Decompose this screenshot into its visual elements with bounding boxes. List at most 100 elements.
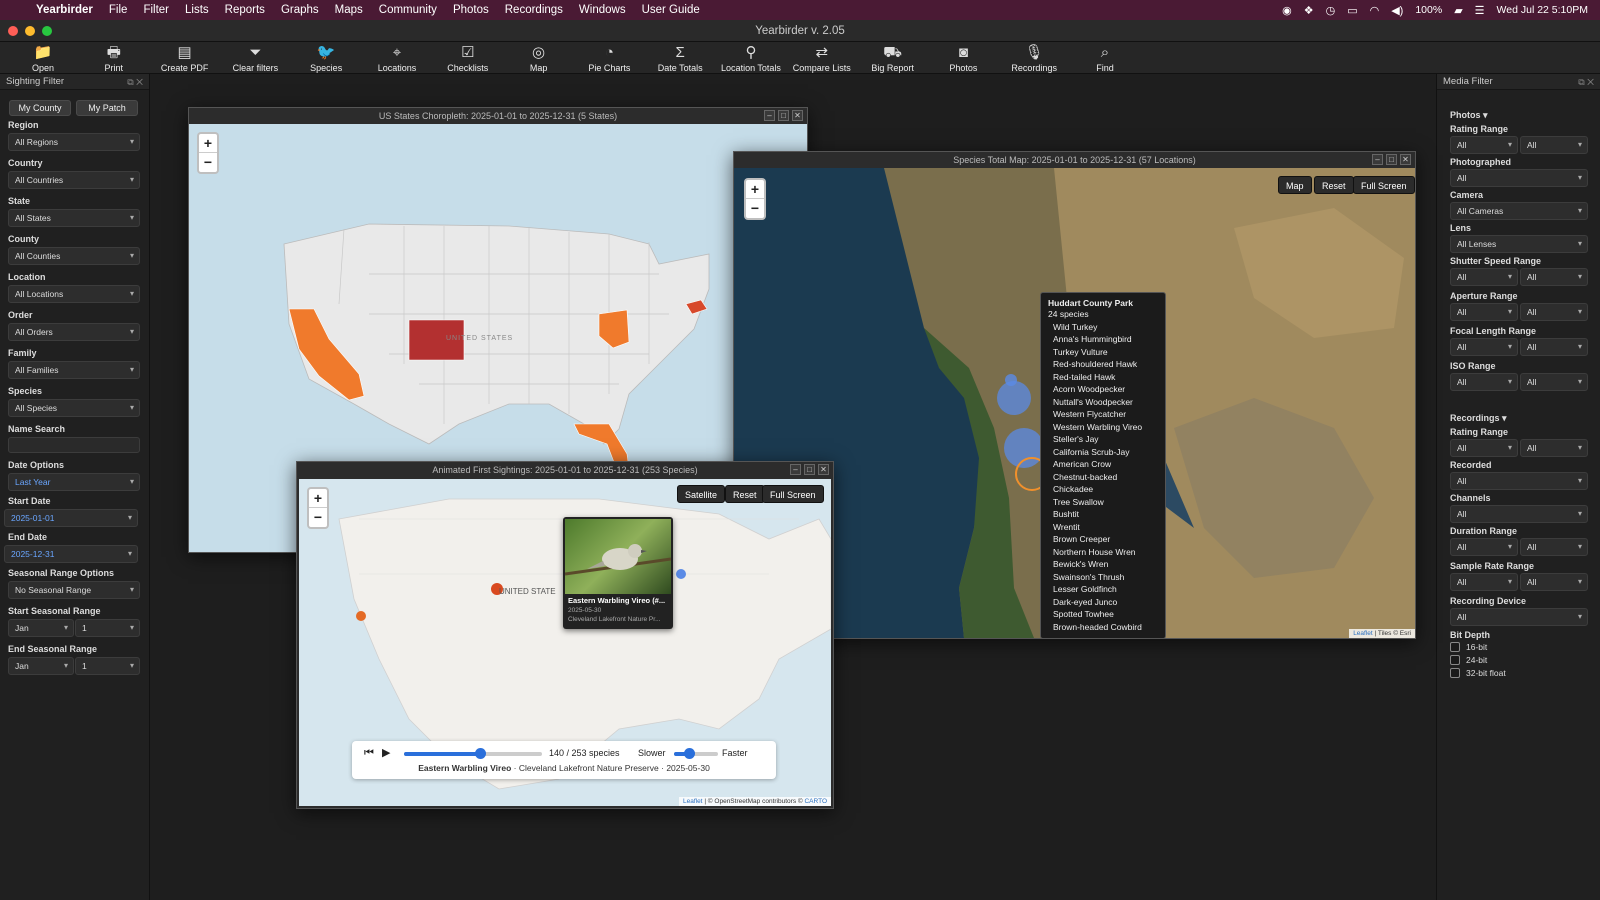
minimize-window-button[interactable] (25, 26, 35, 36)
progress-handle[interactable] (475, 748, 487, 759)
reset-button[interactable]: Reset (725, 485, 765, 503)
detach-icon[interactable]: ⧉ (1578, 77, 1584, 87)
toolbar-open-button[interactable]: 📁 Open (8, 42, 78, 73)
device-select[interactable]: All (1450, 608, 1588, 626)
volume-icon[interactable]: ◀) (1391, 4, 1403, 17)
display-icon[interactable]: ▭ (1347, 4, 1357, 17)
menu-user-guide[interactable]: User Guide (634, 4, 708, 16)
menu-filter[interactable]: Filter (135, 4, 177, 16)
toolbar-compare-lists-button[interactable]: ⇄ Compare Lists (787, 42, 857, 73)
leaflet-link[interactable]: Leaflet (1353, 630, 1373, 637)
recorded-select[interactable]: All (1450, 472, 1588, 490)
maximize-icon[interactable]: □ (804, 464, 815, 475)
wifi-icon[interactable]: ◠ (1370, 4, 1380, 17)
location-bubble[interactable] (1004, 428, 1044, 468)
duration-min-select[interactable]: All (1450, 538, 1518, 556)
shutter-max-select[interactable]: All (1520, 268, 1588, 286)
toolbar-find-button[interactable]: ⌕ Find (1070, 42, 1140, 73)
aperture-min-select[interactable]: All (1450, 303, 1518, 321)
zoom-out-button[interactable]: − (309, 508, 327, 527)
species-select[interactable]: All Species (8, 399, 140, 417)
battery-icon[interactable]: ▰ (1454, 4, 1462, 17)
aperture-max-select[interactable]: All (1520, 303, 1588, 321)
family-select[interactable]: All Families (8, 361, 140, 379)
speed-track[interactable] (674, 748, 718, 759)
play-icon[interactable]: ▶ (382, 746, 390, 759)
photo-rating-min-select[interactable]: All (1450, 136, 1518, 154)
toolbar-pie-charts-button[interactable]: ◔ Pie Charts (574, 42, 644, 73)
toolbar-map-button[interactable]: ◎ Map (504, 42, 574, 73)
close-icon[interactable]: ✕ (1400, 154, 1411, 165)
shutter-min-select[interactable]: All (1450, 268, 1518, 286)
zoom-in-button[interactable]: + (309, 489, 327, 508)
bit-depth-16-checkbox[interactable]: 16-bit (1450, 642, 1487, 652)
toolbar-big-report-button[interactable]: ⛟ Big Report (858, 42, 928, 73)
minimize-icon[interactable]: – (764, 110, 775, 121)
rec-rating-min-select[interactable]: All (1450, 439, 1518, 457)
county-select[interactable]: All Counties (8, 247, 140, 265)
menu-file[interactable]: File (101, 4, 136, 16)
recordings-section-header[interactable]: Recordings ▾ (1450, 413, 1507, 424)
zoom-out-button[interactable]: − (746, 199, 764, 218)
iso-min-select[interactable]: All (1450, 373, 1518, 391)
date-options-select[interactable]: Last Year (8, 473, 140, 491)
start-date-field[interactable]: 2025-01-01 (4, 509, 138, 527)
close-icon[interactable]: ✕ (792, 110, 803, 121)
full-screen-button[interactable]: Full Screen (762, 485, 824, 503)
region-select[interactable]: All Regions (8, 133, 140, 151)
map-toggle-button[interactable]: Map (1278, 176, 1312, 194)
rewind-icon[interactable]: ⏮ (364, 747, 374, 760)
camera-select[interactable]: All Cameras (1450, 202, 1588, 220)
sighting-popup[interactable]: Eastern Warbling Vireo (#... 2025-05-30 … (563, 517, 673, 629)
speed-handle[interactable] (684, 748, 696, 759)
animated-map[interactable]: UNITED STATE + − Satellite Reset Full Sc… (299, 479, 831, 806)
order-select[interactable]: All Orders (8, 323, 140, 341)
zoom-in-button[interactable]: + (199, 134, 217, 153)
toolbar-create-pdf-button[interactable]: ▤ Create PDF (150, 42, 220, 73)
menu-photos[interactable]: Photos (445, 4, 497, 16)
progress-track[interactable] (404, 748, 542, 759)
seasonal-options-select[interactable]: No Seasonal Range (8, 581, 140, 599)
sighting-marker[interactable] (356, 611, 366, 621)
satellite-button[interactable]: Satellite (677, 485, 726, 503)
start-day-select[interactable]: 1 (75, 619, 140, 637)
minimize-icon[interactable]: – (790, 464, 801, 475)
zoom-window-button[interactable] (42, 26, 52, 36)
photo-rating-max-select[interactable]: All (1520, 136, 1588, 154)
toolbar-species-button[interactable]: 🐦 Species (291, 42, 361, 73)
menu-reports[interactable]: Reports (217, 4, 273, 16)
toolbar-locations-button[interactable]: ⌖ Locations (362, 42, 432, 73)
toolbar-print-button[interactable]: 🖶 Print (79, 42, 149, 73)
end-day-select[interactable]: 1 (75, 657, 140, 675)
name-search-input[interactable] (8, 437, 140, 453)
menu-graphs[interactable]: Graphs (273, 4, 327, 16)
menu-community[interactable]: Community (371, 4, 445, 16)
minimize-icon[interactable]: – (1372, 154, 1383, 165)
zoom-in-button[interactable]: + (746, 180, 764, 199)
menu-windows[interactable]: Windows (571, 4, 634, 16)
rec-rating-max-select[interactable]: All (1520, 439, 1588, 457)
menu-clock[interactable]: Wed Jul 22 5:10PM (1497, 4, 1588, 16)
bit-depth-32-checkbox[interactable]: 32-bit float (1450, 668, 1506, 678)
sample-rate-max-select[interactable]: All (1520, 573, 1588, 591)
bit-depth-24-checkbox[interactable]: 24-bit (1450, 655, 1487, 665)
state-select[interactable]: All States (8, 209, 140, 227)
sample-rate-min-select[interactable]: All (1450, 573, 1518, 591)
globe-icon[interactable]: ◉ (1282, 4, 1292, 17)
current-sighting-marker[interactable] (676, 569, 686, 579)
photos-section-header[interactable]: Photos ▾ (1450, 110, 1488, 121)
toolbar-photos-button[interactable]: ◙ Photos (928, 42, 998, 73)
iso-max-select[interactable]: All (1520, 373, 1588, 391)
duration-max-select[interactable]: All (1520, 538, 1588, 556)
menu-maps[interactable]: Maps (327, 4, 371, 16)
reset-button[interactable]: Reset (1314, 176, 1354, 194)
location-bubble[interactable] (997, 381, 1031, 415)
lens-select[interactable]: All Lenses (1450, 235, 1588, 253)
close-icon[interactable]: ✕ (1587, 77, 1594, 87)
my-county-button[interactable]: My County (9, 100, 71, 116)
close-icon[interactable]: ✕ (818, 464, 829, 475)
end-date-field[interactable]: 2025-12-31 (4, 545, 138, 563)
start-month-select[interactable]: Jan (8, 619, 74, 637)
maximize-icon[interactable]: □ (778, 110, 789, 121)
checkbox-box[interactable] (1450, 642, 1460, 652)
